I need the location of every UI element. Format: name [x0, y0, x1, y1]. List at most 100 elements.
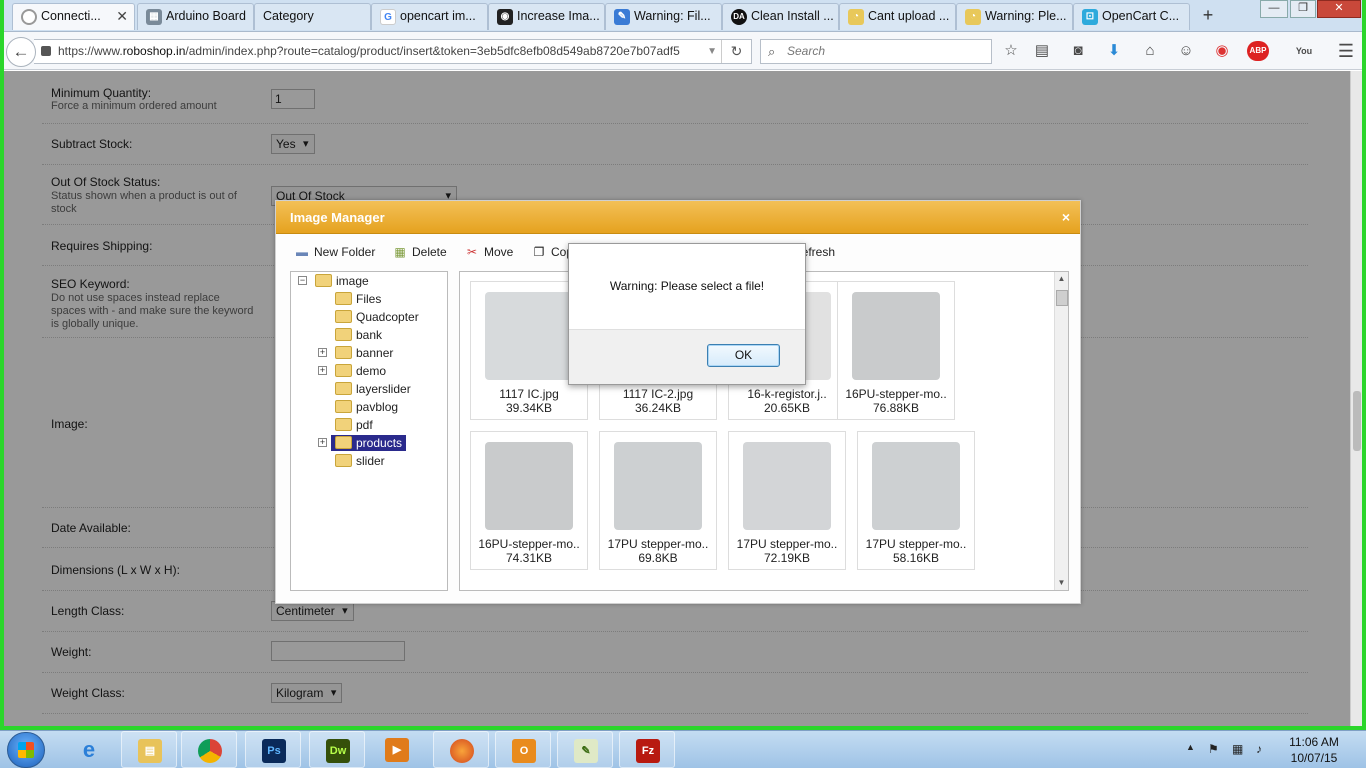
search-input[interactable]: ⌕ Search — [760, 39, 992, 64]
show-hidden-icons-icon[interactable]: ▲ — [1186, 742, 1195, 752]
home-icon[interactable]: ⌂ — [1139, 41, 1161, 61]
menu-icon[interactable]: ☰ — [1335, 41, 1357, 61]
new-folder-button[interactable]: ▬ New Folder — [294, 244, 375, 260]
chevron-down-icon[interactable]: ▼ — [707, 40, 717, 63]
file-thumbnail[interactable]: 16PU-stepper-mo.. 76.88KB — [837, 281, 955, 420]
file-thumbnail[interactable]: 17PU stepper-mo.. 69.8KB — [599, 431, 717, 570]
folder-label: banner — [356, 346, 394, 360]
tab-opencart-image[interactable]: G opencart im... — [371, 3, 488, 30]
tab-opencart[interactable]: ⊡ OpenCart C... — [1073, 3, 1190, 30]
reload-icon[interactable]: ↻ — [721, 40, 751, 63]
tab-warning-file[interactable]: ✎ Warning: Fil... — [605, 3, 722, 30]
file-thumbnail[interactable]: 17PU stepper-mo.. 58.16KB — [857, 431, 975, 570]
ok-button[interactable]: OK — [707, 344, 780, 367]
reading-list-icon[interactable]: ▤ — [1031, 41, 1053, 61]
file-thumbnail[interactable]: 17PU stepper-mo.. 72.19KB — [728, 431, 846, 570]
scrollbar-thumb[interactable] — [1353, 391, 1361, 451]
taskbar-ie[interactable]: e — [61, 731, 117, 768]
folder-label: Files — [356, 292, 382, 306]
stepper-motor-image — [872, 442, 960, 530]
notepad-icon: ✎ — [574, 739, 598, 763]
folder-demo[interactable]: demo — [335, 363, 386, 379]
folder-icon — [335, 418, 352, 431]
folder-layerslider[interactable]: layerslider — [335, 381, 411, 397]
collapse-icon[interactable]: − — [298, 276, 307, 285]
file-name: 1117 IC-2.jpg — [622, 388, 694, 401]
taskbar-media-player[interactable]: ▶ — [369, 731, 425, 768]
folder-pavblog[interactable]: pavblog — [335, 399, 398, 415]
tab-cant-upload[interactable]: ◔ Cant upload ... — [839, 3, 956, 30]
trash-icon: ▦ — [394, 245, 406, 259]
file-thumbnail[interactable]: 16PU-stepper-mo.. 74.31KB — [470, 431, 588, 570]
folder-image[interactable]: image — [315, 273, 369, 289]
minimize-button[interactable]: — — [1260, 0, 1288, 18]
folder-icon — [335, 364, 352, 377]
star-icon[interactable]: ☆ — [1000, 41, 1022, 61]
folder-files[interactable]: Files — [335, 291, 381, 307]
color-icon[interactable]: ◉ — [1211, 41, 1233, 61]
url-bar[interactable]: https://www.roboshop.in/admin/index.php?… — [34, 39, 752, 64]
folder-bank[interactable]: bank — [335, 327, 382, 343]
folder-banner[interactable]: banner — [335, 345, 393, 361]
move-button[interactable]: ✂ Move — [464, 244, 513, 260]
network-icon[interactable]: ▦ — [1232, 742, 1243, 756]
file-name: 17PU stepper-mo.. — [865, 538, 967, 551]
scroll-up-icon[interactable]: ▲ — [1055, 272, 1068, 286]
url-prefix: https://www. — [58, 44, 123, 58]
tab-connecting[interactable]: Connecti... ✕ — [12, 3, 135, 30]
folder-quadcopter[interactable]: Quadcopter — [335, 309, 419, 325]
file-size: 39.34KB — [505, 402, 553, 415]
download-icon[interactable]: ⬇ — [1103, 41, 1125, 61]
taskbar-explorer[interactable]: ▤ — [121, 731, 177, 768]
close-icon[interactable]: × — [1062, 201, 1070, 234]
page-scrollbar[interactable] — [1350, 71, 1362, 726]
file-grid-scrollbar[interactable]: ▲ ▼ — [1054, 272, 1068, 590]
flag-icon[interactable]: ⚑ — [1208, 742, 1219, 756]
explorer-icon: ▤ — [138, 739, 162, 763]
emoji-icon[interactable]: ☺ — [1175, 41, 1197, 61]
start-button[interactable] — [7, 732, 45, 768]
scroll-down-icon[interactable]: ▼ — [1055, 576, 1068, 590]
delete-label: Delete — [412, 245, 447, 259]
folder-pdf[interactable]: pdf — [335, 417, 373, 433]
taskbar-firefox[interactable] — [433, 731, 489, 768]
taskbar-chrome[interactable] — [181, 731, 237, 768]
chrome-icon — [198, 739, 222, 763]
tab-increase-image[interactable]: ◉ Increase Ima... — [488, 3, 605, 30]
back-button[interactable]: ← — [6, 37, 36, 67]
expand-icon[interactable]: + — [318, 366, 327, 375]
close-icon[interactable]: ✕ — [116, 4, 128, 29]
folder-icon — [335, 400, 352, 413]
ie-icon: e — [82, 737, 96, 762]
file-name: 1117 IC.jpg — [499, 388, 559, 401]
file-size: 74.31KB — [505, 552, 553, 565]
delete-button[interactable]: ▦ Delete — [392, 244, 447, 260]
taskbar-filezilla[interactable]: Fz — [619, 731, 675, 768]
taskbar-outlook[interactable]: O — [495, 731, 551, 768]
taskbar-notepad[interactable]: ✎ — [557, 731, 613, 768]
adblock-icon[interactable]: ABP — [1247, 41, 1269, 61]
expand-icon[interactable]: + — [318, 348, 327, 357]
folder-products[interactable]: products — [331, 435, 407, 451]
close-window-button[interactable]: ✕ — [1317, 0, 1361, 18]
volume-icon[interactable]: ♪ — [1256, 742, 1262, 756]
taskbar-photoshop[interactable]: Ps — [245, 731, 301, 768]
tab-label: Connecti... — [41, 9, 101, 23]
tab-category[interactable]: Category — [254, 3, 371, 30]
tab-clean-install[interactable]: DA Clean Install ... — [722, 3, 839, 30]
folder-slider[interactable]: slider — [335, 453, 385, 469]
youtube-icon[interactable]: You — [1293, 41, 1315, 61]
scrollbar-thumb[interactable] — [1056, 290, 1068, 306]
system-clock[interactable]: 11:06 AM 10/07/15 — [1272, 734, 1356, 766]
maximize-button[interactable]: ❐ — [1290, 0, 1316, 18]
tab-arduino-board[interactable]: ▦ Arduino Board — [137, 3, 254, 30]
file-name: 17PU stepper-mo.. — [736, 538, 838, 551]
lock-icon — [41, 46, 51, 56]
new-tab-button[interactable]: + — [1194, 3, 1222, 29]
folder-icon — [315, 274, 332, 287]
expand-icon[interactable]: + — [318, 438, 327, 447]
taskbar-dreamweaver[interactable]: Dw — [309, 731, 365, 768]
pocket-icon[interactable]: ◙ — [1067, 41, 1089, 61]
tab-warning-please[interactable]: ◔ Warning: Ple... — [956, 3, 1073, 30]
folder-label: pavblog — [356, 400, 399, 414]
